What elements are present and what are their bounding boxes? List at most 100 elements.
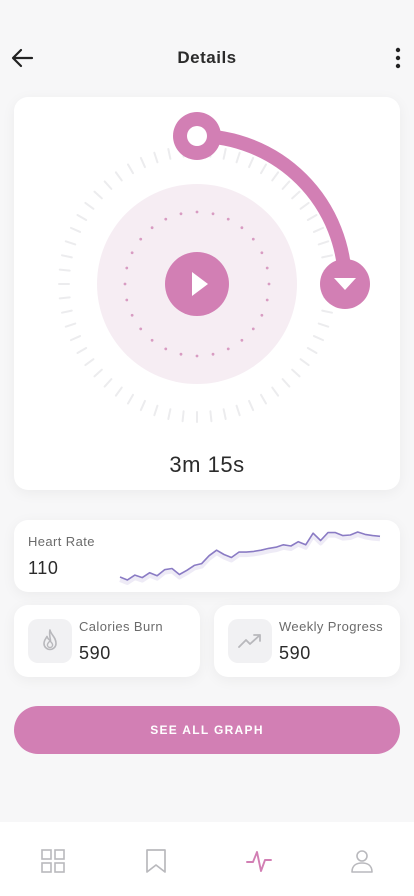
dial-tick — [306, 347, 318, 354]
dial-dot — [195, 354, 199, 358]
dial-tick — [153, 404, 159, 417]
bookmark-icon — [146, 849, 166, 873]
dial-tick — [64, 240, 77, 246]
more-options-button[interactable] — [388, 44, 408, 72]
dial-tick — [260, 163, 267, 175]
dial-tick — [248, 156, 255, 169]
dial-tick — [93, 190, 103, 200]
dial-dot — [125, 266, 129, 270]
dial-dot — [226, 217, 230, 221]
dial-dot — [150, 338, 154, 342]
dial-dot — [150, 226, 154, 230]
dial-tick — [181, 410, 185, 423]
dial-tick — [271, 171, 280, 182]
see-all-graph-button[interactable]: SEE ALL GRAPH — [14, 706, 400, 754]
nav-item-bookmarks[interactable] — [141, 846, 171, 876]
dial-tick — [321, 254, 333, 259]
weekly-progress-card[interactable]: Weekly Progress 590 — [214, 605, 400, 677]
dial-dot — [179, 352, 183, 356]
dial-tick — [76, 347, 88, 354]
dial-dot — [139, 237, 143, 241]
nav-item-profile[interactable] — [347, 846, 377, 876]
timer-end-knob[interactable] — [320, 259, 370, 309]
calories-card[interactable]: Calories Burn 590 — [14, 605, 200, 677]
timer-start-knob[interactable] — [173, 112, 221, 160]
dial-tick — [281, 180, 291, 190]
dial-dot — [240, 338, 244, 342]
dial-dot — [179, 212, 183, 216]
calories-label: Calories Burn — [79, 619, 163, 634]
dial-tick — [291, 190, 301, 200]
activity-icon — [246, 851, 272, 872]
heart-rate-line-shadow — [119, 533, 381, 585]
dial-tick — [317, 322, 330, 328]
dial-tick — [114, 171, 123, 182]
dial-tick — [114, 386, 123, 397]
dial-tick — [167, 148, 172, 160]
dial-tick — [299, 358, 310, 367]
dial-dot — [130, 251, 134, 255]
dial-tick — [222, 408, 227, 420]
dial-dot — [139, 327, 143, 331]
dial-tick — [209, 410, 213, 423]
dial-dot — [123, 282, 127, 286]
dial-tick — [69, 226, 82, 233]
dial-tick — [61, 309, 73, 314]
dial-tick — [103, 180, 113, 190]
calories-value: 590 — [79, 643, 111, 663]
dial-tick — [76, 214, 88, 221]
dial-dot — [211, 212, 215, 216]
dial-tick — [222, 148, 227, 160]
dial-dot — [265, 266, 269, 270]
dial-tick — [271, 386, 280, 397]
nav-item-activity[interactable] — [244, 846, 274, 876]
dial-tick — [291, 368, 301, 378]
dial-tick — [153, 151, 159, 164]
dial-dot — [226, 347, 230, 351]
page-title: Details — [177, 48, 237, 67]
timer-readout: 3m 15s — [169, 452, 245, 477]
dial-dot — [251, 237, 255, 241]
weekly-progress-label: Weekly Progress — [279, 619, 384, 634]
heart-rate-graph — [119, 531, 381, 585]
dial-tick — [139, 399, 146, 412]
dial-dot — [211, 352, 215, 356]
dial-tick — [69, 335, 82, 342]
dial-tick — [64, 322, 77, 328]
dial-dot — [195, 210, 199, 214]
dial-dot — [240, 226, 244, 230]
dial-dot — [251, 327, 255, 331]
dial-dot — [130, 313, 134, 317]
dial-tick — [260, 393, 267, 405]
dial-dot — [125, 298, 129, 302]
dial-dot — [260, 313, 264, 317]
heart-rate-card[interactable]: Heart Rate 110 — [14, 520, 400, 592]
play-button[interactable] — [165, 252, 229, 316]
dial-dot — [265, 298, 269, 302]
dial-tick — [306, 214, 318, 221]
dial-tick — [93, 368, 103, 378]
dial-tick — [61, 254, 73, 259]
timer-card: 3m 15s — [14, 97, 400, 490]
dial-tick — [312, 335, 325, 342]
header: Details — [0, 0, 414, 100]
dial-tick — [235, 404, 241, 417]
grid-icon — [41, 849, 65, 873]
nav-item-dashboard[interactable] — [38, 846, 68, 876]
dial-tick — [127, 393, 134, 405]
user-icon — [351, 850, 373, 873]
weekly-icon-box — [228, 619, 272, 663]
heart-rate-label: Heart Rate — [28, 534, 95, 549]
dial-tick — [167, 408, 172, 420]
flame-icon — [43, 629, 57, 651]
more-vertical-icon — [395, 47, 401, 69]
dial-tick — [312, 226, 325, 233]
dial-dot — [164, 217, 168, 221]
dial-tick — [127, 163, 134, 175]
dial-tick — [84, 358, 95, 367]
dial-dot — [164, 347, 168, 351]
dial-tick — [58, 296, 71, 300]
dial-tick — [317, 240, 330, 246]
dial-tick — [103, 378, 113, 388]
timer-dial — [58, 112, 370, 423]
